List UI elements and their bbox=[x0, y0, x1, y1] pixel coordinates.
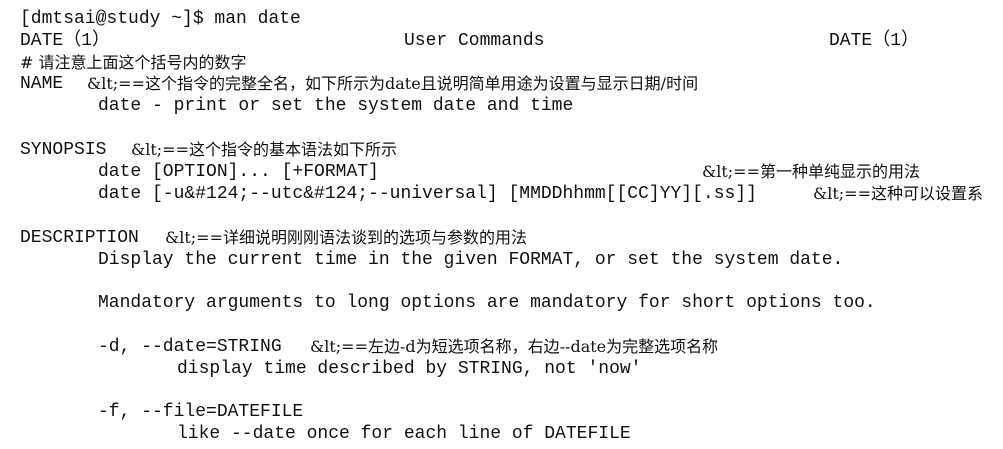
description-line-1: Display the current time in the given FO… bbox=[98, 250, 844, 270]
option-f-description: like --date once for each line of DATEFI… bbox=[177, 424, 631, 444]
man-header-left: DATE（1） bbox=[20, 31, 111, 51]
option-f-flag: -f, --file=DATEFILE bbox=[98, 402, 304, 422]
annotation-name-note: &lt;==这个指令的完整全名，如下所示为date且说明简单用途为设置与显示日期… bbox=[87, 74, 699, 93]
annotation-option-d-note: &lt;==左边-d为短选项名称，右边--date为完整选项名称 bbox=[310, 337, 719, 356]
terminal-window[interactable]: [dmtsai@study ~]$ man date DATE（1） User … bbox=[0, 0, 1003, 449]
annotation-description-note: &lt;==详细说明刚刚语法谈到的选项与参数的用法 bbox=[165, 228, 527, 247]
shell-prompt-line: [dmtsai@study ~]$ man date bbox=[20, 9, 301, 29]
section-description-title: DESCRIPTION bbox=[20, 228, 139, 248]
description-line-2: Mandatory arguments to long options are … bbox=[98, 293, 876, 313]
name-description: date - print or set the system date and … bbox=[98, 96, 574, 116]
option-d-description: display time described by STRING, not 'n… bbox=[177, 359, 642, 379]
annotation-synopsis-line2-note: &lt;==这种可以设置系 bbox=[813, 184, 983, 203]
annotation-synopsis-note: &lt;==这个指令的基本语法如下所示 bbox=[131, 140, 397, 159]
man-header-right: DATE（1） bbox=[829, 31, 920, 51]
option-d-flag: -d, --date=STRING bbox=[98, 337, 282, 357]
annotation-synopsis-line1-note: &lt;==第一种单纯显示的用法 bbox=[702, 162, 920, 181]
section-synopsis-title: SYNOPSIS bbox=[20, 140, 107, 160]
man-header-center: User Commands bbox=[404, 31, 545, 51]
synopsis-line-1: date [OPTION]... [+FORMAT] bbox=[98, 162, 379, 182]
annotation-header-note: # 请注意上面这个括号内的数字 bbox=[20, 53, 247, 72]
section-name-title: NAME bbox=[20, 74, 64, 94]
synopsis-line-2: date [-u&#124;--utc&#124;--universal] [M… bbox=[98, 184, 757, 204]
